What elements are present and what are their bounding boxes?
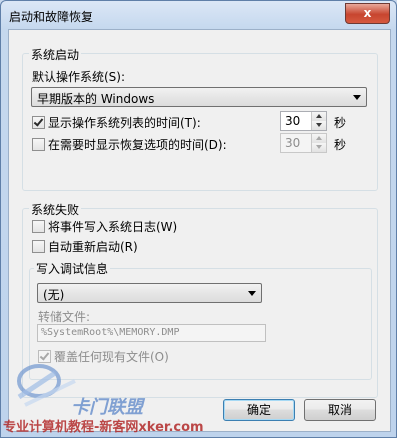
default-os-dropdown[interactable]: 早期版本的 Windows [31, 87, 367, 107]
spin-down-icon[interactable] [311, 121, 326, 130]
show-recovery-time-stepper: 30 [280, 133, 327, 153]
show-os-list-label: 显示操作系统列表的时间(T): [48, 116, 201, 130]
system-failure-title: 系统失败 [29, 201, 82, 218]
system-startup-title: 系统启动 [29, 46, 82, 63]
default-os-label: 默认操作系统(S): [32, 70, 126, 84]
dump-file-input: %SystemRoot%\MEMORY.DMP [37, 324, 266, 342]
show-recovery-checkbox[interactable] [32, 138, 45, 151]
auto-restart-label: 自动重新启动(R) [48, 240, 138, 254]
chevron-down-icon [248, 291, 256, 296]
show-os-list-time-stepper[interactable]: 30 [280, 111, 327, 131]
write-event-checkbox[interactable] [32, 220, 45, 233]
show-os-list-time-value: 30 [285, 114, 301, 128]
window-title: 启动和故障恢复 [9, 10, 94, 24]
ok-button[interactable]: 确定 [223, 399, 295, 421]
dump-file-label: 转储文件: [38, 310, 91, 324]
chevron-down-icon [353, 95, 361, 100]
write-event-label: 将事件写入系统日志(W) [48, 220, 178, 234]
watermark-text: 专业计算机教程-新客网xker.com [3, 420, 204, 435]
show-recovery-label: 在需要时显示恢复选项的时间(D): [48, 138, 227, 152]
debug-info-title: 写入调试信息 [34, 260, 111, 277]
show-recovery-unit: 秒 [334, 138, 347, 152]
dump-file-value: %SystemRoot%\MEMORY.DMP [41, 327, 180, 338]
spin-up-icon [311, 134, 326, 143]
show-os-list-checkbox[interactable] [32, 116, 45, 129]
spin-up-icon[interactable] [311, 112, 326, 121]
dialog-window: 启动和故障恢复 x 系统启动 默认操作系统(S): 早期版本的 Windows … [0, 0, 397, 438]
cancel-button[interactable]: 取消 [304, 399, 376, 421]
show-recovery-time-value: 30 [285, 136, 301, 150]
close-button[interactable]: x [345, 3, 390, 24]
title-bar[interactable]: 启动和故障恢复 x [1, 1, 396, 29]
auto-restart-checkbox[interactable] [32, 240, 45, 253]
spin-down-icon [311, 143, 326, 152]
default-os-value: 早期版本的 Windows [37, 92, 155, 106]
close-icon: x [363, 6, 372, 20]
show-os-list-unit: 秒 [334, 116, 347, 130]
debug-info-type-value: (无) [43, 288, 65, 302]
debug-info-type-dropdown[interactable]: (无) [37, 283, 262, 303]
